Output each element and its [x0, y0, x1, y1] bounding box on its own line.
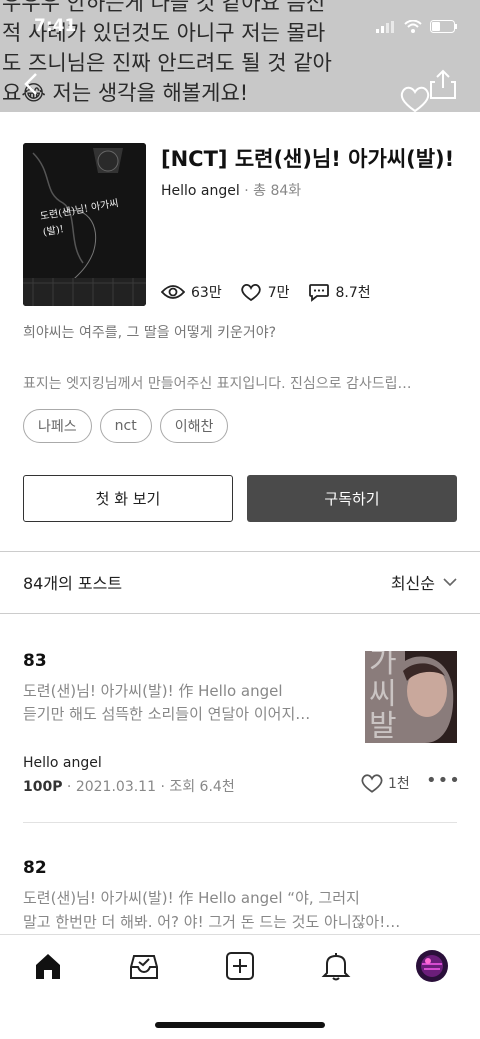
subscribe-button[interactable]: 구독하기: [247, 475, 457, 522]
sort-label: 최신순: [390, 574, 435, 593]
view-count: 63만: [191, 285, 222, 301]
post-like[interactable]: 1천: [360, 772, 410, 794]
header-banner: 우우우 안하든게 나을 것 같아요 음신 적 사례가 있던것도 아니구 저는 몰…: [0, 0, 480, 112]
post-preview-line: 말고 한번만 더 해봐. 어? 야! 그거 돈 드는 것도 아니잖아!…: [23, 913, 401, 931]
post-author: Hello angel: [23, 755, 102, 771]
like-stat: 7만: [240, 282, 290, 302]
status-icons: [376, 20, 458, 33]
list-divider: [0, 613, 480, 614]
comment-stat: 8.7천: [308, 282, 371, 302]
share-icon[interactable]: [428, 68, 458, 100]
tag-chip[interactable]: 이해찬: [159, 409, 229, 443]
post-meta: 100P · 2021.03.11 · 조회 6.4천: [23, 776, 235, 796]
more-options-icon[interactable]: •••: [426, 770, 461, 791]
series-stats: 63만 7만 8.7천: [161, 282, 371, 302]
status-time: 7:41: [34, 16, 77, 36]
heart-icon: [361, 774, 383, 793]
home-icon: [36, 954, 60, 979]
post-list-header: 84개의 포스트 최신순: [23, 570, 457, 594]
nav-notifications[interactable]: [319, 949, 353, 983]
nav-home[interactable]: [31, 949, 65, 983]
cover-credit[interactable]: 표지는 엣지킹님께서 만들어주신 표지입니다. 진심으로 감사드립…: [23, 373, 463, 393]
post-preview-line: 듣기만 해도 섬뜩한 소리들이 연달아 이어지…: [23, 705, 311, 723]
heart-icon[interactable]: [240, 282, 262, 302]
series-summary: 희야씨는 여주를, 그 딸을 어떻게 키운거야?: [23, 325, 277, 341]
post-thumbnail: 가 씨 발: [365, 651, 457, 743]
post-divider: [23, 822, 457, 823]
eye-icon: [161, 285, 185, 299]
comment-count: 8.7천: [335, 285, 371, 301]
author-line: Hello angel · 총 84화: [161, 180, 301, 200]
post-preview-line: 도련(샌)님! 아가씨(발)! 作 Hello angel: [23, 682, 283, 700]
first-episode-button[interactable]: 첫 화 보기: [23, 475, 233, 522]
like-count: 7만: [267, 285, 290, 301]
view-stat: 63만: [161, 282, 222, 302]
post-like-count: 1천: [388, 776, 410, 792]
post-count: 84개의 포스트: [23, 574, 123, 593]
inbox-icon: [130, 955, 158, 979]
tag-chip[interactable]: 나페스: [23, 409, 92, 443]
home-indicator: [155, 1022, 325, 1028]
post-date-views: · 2021.03.11 · 조회 6.4천: [62, 779, 235, 795]
signal-icon: [376, 20, 394, 33]
wifi-icon: [404, 20, 422, 33]
series-title: [NCT] 도련(샌)님! 아가씨(발)!: [161, 147, 455, 171]
author-name[interactable]: Hello angel: [161, 183, 240, 199]
sort-dropdown[interactable]: 최신순: [391, 570, 457, 594]
post-number: 83: [23, 651, 47, 671]
add-icon: [226, 952, 254, 980]
status-bar: 7:41: [0, 0, 480, 50]
nav-library[interactable]: [127, 949, 161, 983]
nav-profile[interactable]: [415, 949, 449, 983]
tag-list: 나페스 nct 이해찬: [23, 409, 229, 443]
nav-create[interactable]: [223, 949, 257, 983]
heart-plus-icon: [400, 86, 430, 112]
series-cover[interactable]: 도련(샌)님! 아가씨(발)!: [23, 143, 146, 306]
post-price: 100P: [23, 779, 63, 795]
back-icon[interactable]: [18, 70, 46, 98]
section-divider: [0, 551, 480, 552]
battery-icon: [430, 20, 457, 33]
thumbnail-text: 가 씨 발: [369, 651, 397, 743]
chevron-down-icon: [443, 577, 457, 586]
post-preview-line: 도련(샌)님! 아가씨(발)! 作 Hello angel “야, 그러지: [23, 889, 360, 907]
comment-icon[interactable]: [308, 282, 330, 302]
avatar: [416, 950, 448, 982]
bell-icon: [321, 953, 351, 981]
post-number: 82: [23, 858, 47, 878]
tag-chip[interactable]: nct: [99, 409, 152, 443]
episode-count: · 총 84화: [239, 183, 302, 199]
